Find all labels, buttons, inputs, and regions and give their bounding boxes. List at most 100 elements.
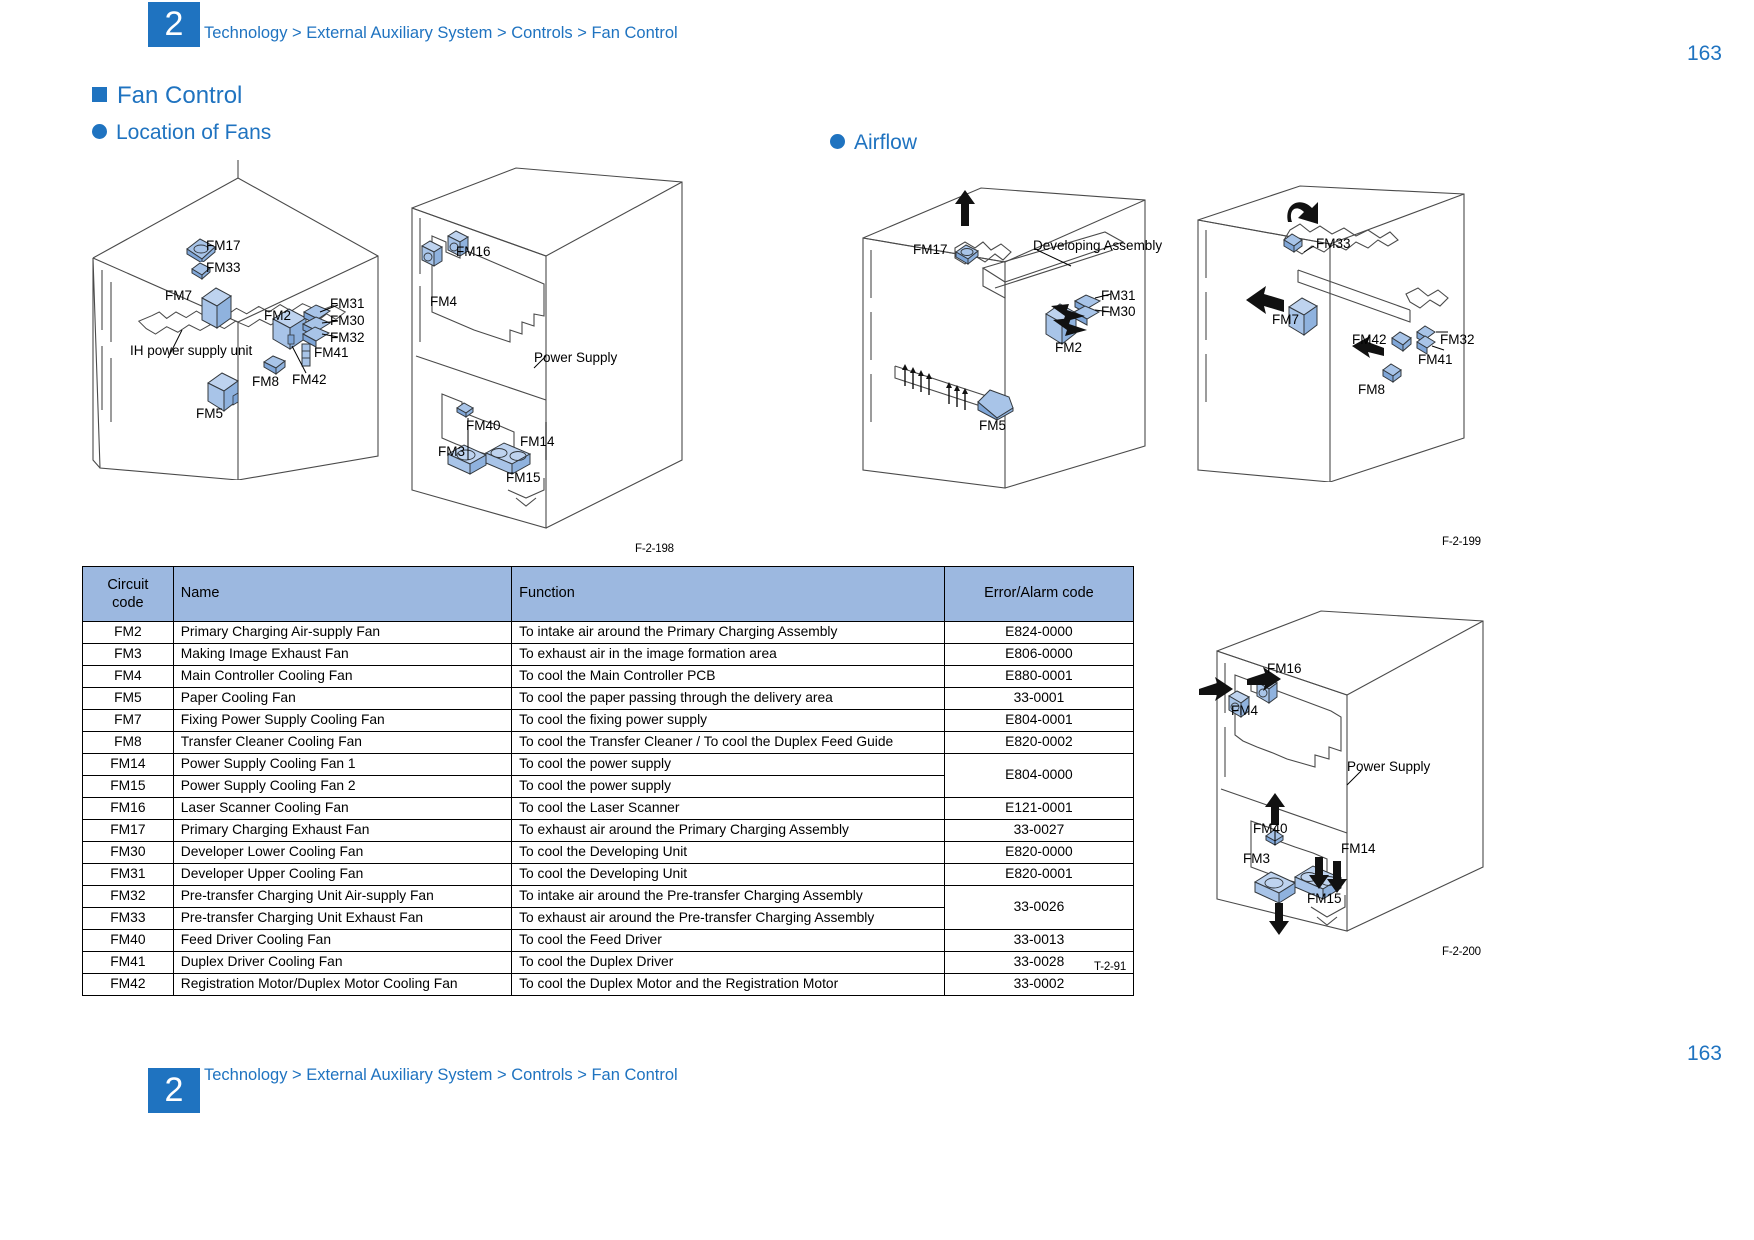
table-row: FM16 Laser Scanner Cooling Fan To cool the…: [82, 797, 1135, 820]
cell-error-alarm-code: E824-0000: [943, 621, 1135, 644]
leader-lines-right: [467, 355, 547, 460]
label-power-supply-bottom: Power Supply: [1347, 759, 1431, 774]
table-row: FM2 Primary Charging Air-supply Fan To int…: [82, 621, 1135, 644]
cell-error-alarm-code: E121-0001: [943, 797, 1135, 820]
cell-function: To cool the Developing Unit: [511, 863, 945, 886]
table-row: FM17 Primary Charging Exhaust Fan To exhau…: [82, 819, 1135, 842]
cell-circuit-code: FM7: [82, 709, 174, 732]
label-fm14-bottom: FM14: [1341, 841, 1376, 856]
cell-function: To cool the Main Controller PCB: [511, 665, 945, 688]
cell-name: Developer Lower Cooling Fan: [172, 841, 513, 864]
label-developing-assembly: Developing Assembly: [1033, 238, 1163, 253]
cell-circuit-code: FM17: [82, 819, 174, 842]
label-fm17-airflow: FM17: [913, 242, 948, 257]
cell-name: Power Supply Cooling Fan 1: [172, 753, 513, 776]
circle-bullet-icon: [830, 134, 845, 149]
table-caption-t-2-91: T-2-91: [1094, 961, 1127, 973]
label-fm2-airflow: FM2: [1055, 340, 1082, 355]
cell-function: To intake air around the Primary Chargin…: [511, 621, 945, 644]
cell-circuit-code: FM40: [82, 929, 174, 952]
column-header-name: Name: [172, 566, 513, 622]
label-fm30-airflow: FM30: [1101, 304, 1136, 319]
cell-circuit-code: FM32: [82, 885, 174, 908]
cell-function: To cool the Duplex Driver: [511, 951, 945, 974]
cell-name: Primary Charging Air-supply Fan: [172, 621, 513, 644]
cell-function: To exhaust air around the Primary Chargi…: [511, 819, 945, 842]
column-header-error-alarm-code: Error/Alarm code: [943, 566, 1135, 622]
cell-name: Making Image Exhaust Fan: [172, 643, 513, 666]
section-heading-location-of-fans: Location of Fans: [92, 121, 271, 145]
cell-name: Pre-transfer Charging Unit Exhaust Fan: [172, 907, 513, 930]
diagram-airflow-right: FM33 FM7 FM42 FM32 FM41 FM8: [1180, 182, 1480, 482]
cell-name: Feed Driver Cooling Fan: [172, 929, 513, 952]
cell-circuit-code: FM3: [82, 643, 174, 666]
label-fm15: FM15: [506, 470, 541, 485]
figure-caption-f-2-198: F-2-198: [635, 543, 674, 555]
label-fm41: FM41: [314, 345, 349, 360]
cell-error-alarm-code: E880-0001: [943, 665, 1135, 688]
table-row: FM5 Paper Cooling Fan To cool the paper pa…: [82, 687, 1135, 710]
cell-name: Pre-transfer Charging Unit Air-supply Fa…: [172, 885, 513, 908]
label-fm42: FM42: [292, 372, 327, 387]
label-fm14: FM14: [520, 434, 555, 449]
table-body: FM2 Primary Charging Air-supply Fan To int…: [82, 621, 1135, 996]
cell-error-alarm-code: E804-0000: [943, 753, 1135, 798]
cell-function: To cool the fixing power supply: [511, 709, 945, 732]
cell-circuit-code: FM2: [82, 621, 174, 644]
label-fm16-bottom: FM16: [1267, 661, 1302, 676]
cell-circuit-code: FM30: [82, 841, 174, 864]
label-fm31-airflow: FM31: [1101, 288, 1136, 303]
label-fm32: FM32: [330, 330, 365, 345]
cell-circuit-code: FM41: [82, 951, 174, 974]
label-fm15-bottom: FM15: [1307, 891, 1342, 906]
page-number-bottom: 163: [1686, 1042, 1722, 1065]
section-heading-location-text: Location of Fans: [116, 121, 272, 144]
header-chapter-tab: 2: [148, 2, 200, 47]
cell-error-alarm-code: 33-0013: [943, 929, 1135, 952]
cell-circuit-code: FM16: [82, 797, 174, 820]
table-row: FM40 Feed Driver Cooling Fan To cool the F…: [82, 929, 1135, 952]
label-fm30: FM30: [330, 313, 365, 328]
label-fm16: FM16: [456, 244, 491, 259]
cell-function: To cool the Transfer Cleaner / To cool t…: [511, 731, 945, 754]
table-header-row: Circuit code Name Function Error/Alarm c…: [82, 566, 1135, 622]
cell-name: Laser Scanner Cooling Fan: [172, 797, 513, 820]
cell-circuit-code: FM33: [82, 907, 174, 930]
square-bullet-icon: [92, 87, 107, 102]
cell-circuit-code: FM14: [82, 753, 174, 776]
cell-name: Developer Upper Cooling Fan: [172, 863, 513, 886]
cell-error-alarm-code: 33-0027: [943, 819, 1135, 842]
cell-function: To cool the power supply: [511, 775, 945, 798]
cell-error-alarm-code: E820-0000: [943, 841, 1135, 864]
cell-circuit-code: FM42: [82, 973, 174, 996]
cell-function: To cool the power supply: [511, 753, 945, 776]
label-power-supply: Power Supply: [534, 350, 618, 365]
page-title-text: Fan Control: [117, 82, 243, 109]
cell-circuit-code: FM31: [82, 863, 174, 886]
section-heading-airflow-text: Airflow: [854, 131, 918, 154]
label-fm32-airflow: FM32: [1440, 332, 1475, 347]
cell-function: To cool the paper passing through the de…: [511, 687, 945, 710]
cell-circuit-code: FM15: [82, 775, 174, 798]
label-fm7-airflow: FM7: [1272, 312, 1299, 327]
section-heading-airflow: Airflow: [830, 131, 917, 155]
label-fm17: FM17: [206, 238, 241, 253]
table-row: FM30 Developer Lower Cooling Fan To cool t…: [82, 841, 1135, 864]
table-row: FM3 Making Image Exhaust Fan To exhaust ai…: [82, 643, 1135, 666]
circuit-label-line1: Circuit: [107, 576, 149, 593]
circuit-label-line2: code: [112, 595, 144, 611]
table-row: FM41 Duplex Driver Cooling Fan To cool the…: [82, 951, 1135, 974]
cell-name: Main Controller Cooling Fan: [172, 665, 513, 688]
cell-error-alarm-code: 33-0001: [943, 687, 1135, 710]
label-fm8-airflow: FM8: [1358, 382, 1385, 397]
diagram-airflow-left: FM17 Developing Assembly FM31 FM30 FM2 F…: [855, 170, 1162, 490]
cell-function: To exhaust air in the image formation ar…: [511, 643, 945, 666]
airflow-arrows-left: [902, 190, 1112, 410]
label-fm40-bottom: FM40: [1253, 821, 1288, 836]
cell-error-alarm-code: 33-0002: [943, 973, 1135, 996]
cell-function: To cool the Feed Driver: [511, 929, 945, 952]
table-row: FM14 Power Supply Cooling Fan 1 To cool th…: [82, 753, 1135, 798]
cell-error-alarm-code: E806-0000: [943, 643, 1135, 666]
cell-error-alarm-code: E820-0001: [943, 863, 1135, 886]
label-fm40: FM40: [466, 418, 501, 433]
